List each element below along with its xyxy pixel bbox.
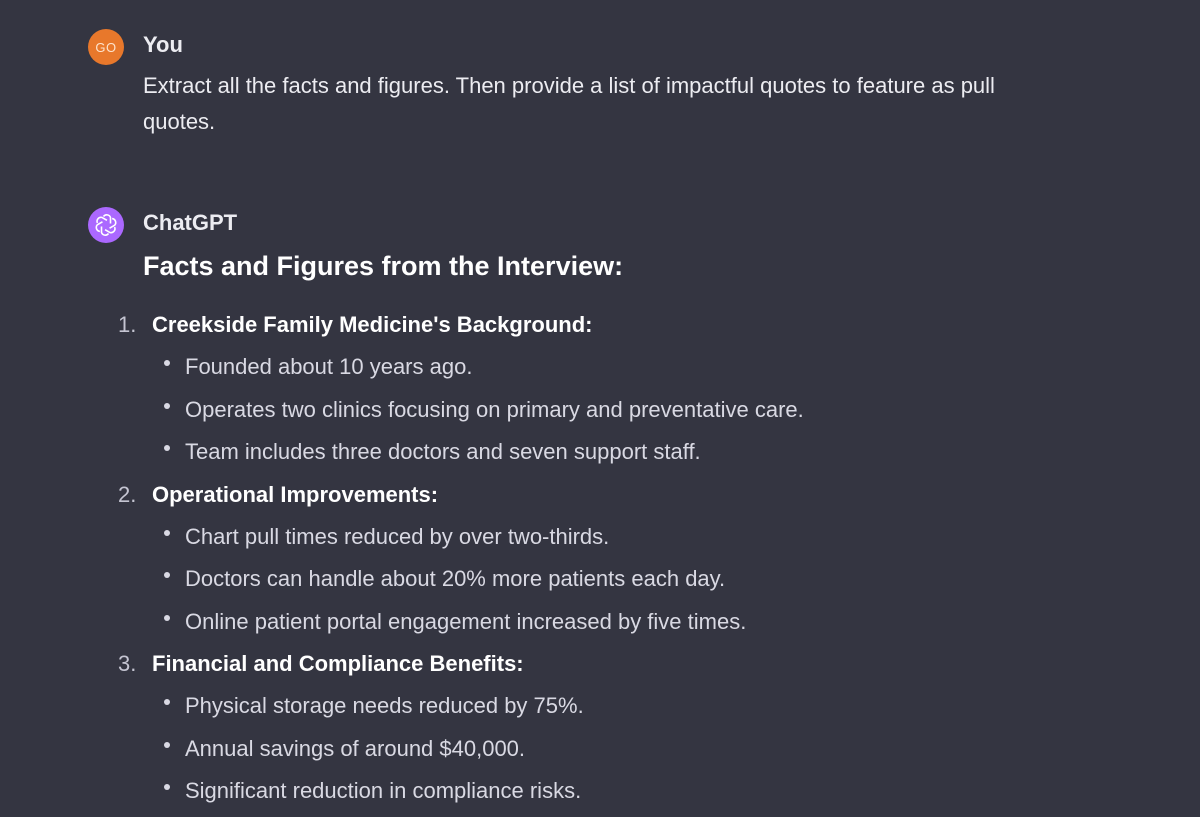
bullet-text: Doctors can handle about 20% more patien… <box>185 566 726 591</box>
facts-list: 1. Creekside Family Medicine's Backgroun… <box>118 304 1068 813</box>
bullet-item: Physical storage needs reduced by 75%. <box>152 685 1068 728</box>
bullet-text: Founded about 10 years ago. <box>185 354 473 379</box>
assistant-author-label: ChatGPT <box>143 210 238 235</box>
user-message-text: Extract all the facts and figures. Then … <box>143 73 995 134</box>
bullet-text: Annual savings of around $40,000. <box>185 735 526 761</box>
facts-section: 3. Financial and Compliance Benefits: Ph… <box>118 643 1068 813</box>
openai-logo-icon <box>88 207 124 243</box>
bullet-item: Chart pull times reduced by over two-thi… <box>152 516 1068 559</box>
section-bullets: Physical storage needs reduced by 75%. A… <box>152 685 1068 813</box>
conversation-thread: GO You Extract all the facts and figures… <box>0 0 1200 817</box>
user-avatar-initials: GO <box>95 39 117 55</box>
bullet-dot-icon <box>164 360 170 366</box>
answer-heading: Facts and Figures from the Interview: <box>143 251 624 281</box>
bullet-item: Online patient portal engagement increas… <box>152 601 1068 644</box>
bullet-dot-icon <box>164 572 170 578</box>
bullet-dot-icon <box>164 445 170 451</box>
section-title: Operational Improvements: <box>152 481 439 507</box>
bullet-item: Doctors can handle about 20% more patien… <box>152 558 1068 601</box>
section-number: 2. <box>118 481 137 507</box>
bullet-item: Significant reduction in compliance risk… <box>152 770 1068 813</box>
section-title: Creekside Family Medicine's Background: <box>152 312 593 337</box>
bullet-dot-icon <box>164 784 170 790</box>
section-bullets: Chart pull times reduced by over two-thi… <box>152 516 1068 644</box>
user-avatar: GO <box>88 29 124 65</box>
bullet-item: Operates two clinics focusing on primary… <box>152 389 1068 432</box>
section-bullets: Founded about 10 years ago. Operates two… <box>152 346 1068 474</box>
bullet-text: Physical storage needs reduced by 75%. <box>185 693 584 718</box>
bullet-dot-icon <box>164 529 170 536</box>
bullet-text: Online patient portal engagement increas… <box>185 608 747 634</box>
bullet-item: Team includes three doctors and seven su… <box>152 431 1068 474</box>
section-number: 3. <box>118 651 137 676</box>
bullet-dot-icon <box>164 614 170 621</box>
bullet-text: Chart pull times reduced by over two-thi… <box>185 523 610 549</box>
user-author-label: You <box>143 32 183 57</box>
bullet-item: Founded about 10 years ago. <box>152 346 1068 389</box>
bullet-item: Annual savings of around $40,000. <box>152 728 1068 771</box>
section-number: 1. <box>118 312 137 337</box>
bullet-text: Team includes three doctors and seven su… <box>185 439 701 464</box>
section-title: Financial and Compliance Benefits: <box>152 651 524 676</box>
facts-section: 1. Creekside Family Medicine's Backgroun… <box>118 304 1068 474</box>
bullet-dot-icon <box>164 699 170 705</box>
bullet-text: Operates two clinics focusing on primary… <box>185 396 804 422</box>
bullet-dot-icon <box>164 402 170 409</box>
facts-section: 2. Operational Improvements: Chart pull … <box>118 474 1068 644</box>
bullet-text: Significant reduction in compliance risk… <box>185 778 582 803</box>
bullet-dot-icon <box>164 741 170 748</box>
